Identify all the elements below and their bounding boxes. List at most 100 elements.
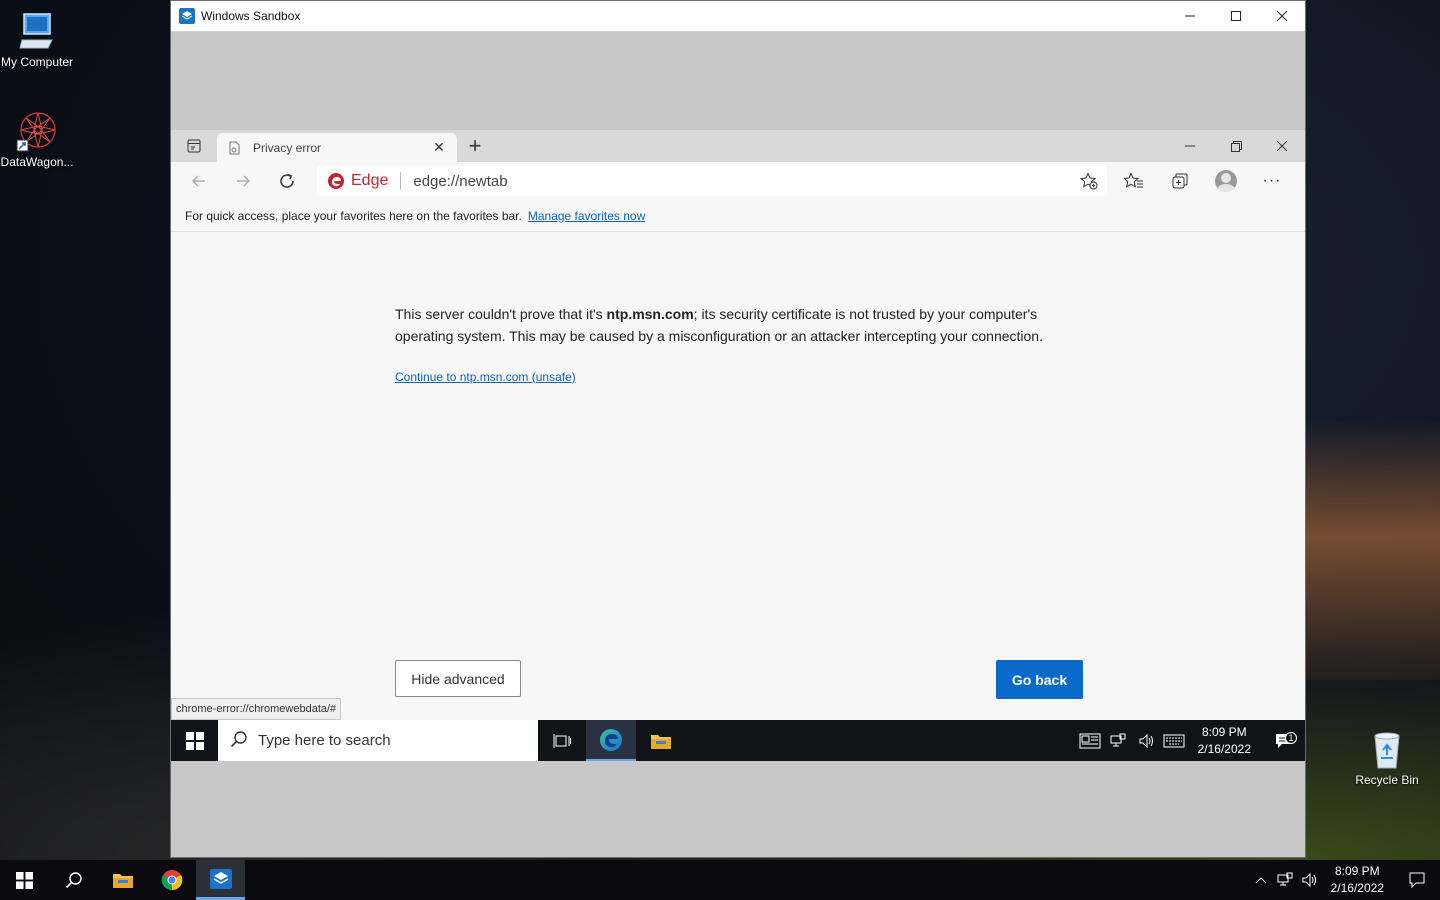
desktop-icon-label: DataWagon... [0,155,74,169]
tab-actions-button[interactable] [171,130,217,162]
chrome-button[interactable] [147,860,196,900]
close-button[interactable] [1259,1,1305,31]
edge-icon [600,728,622,751]
wallpaper-glow [1300,420,1440,680]
maximize-button[interactable] [1213,1,1259,31]
favorites-button[interactable] [1111,164,1157,198]
sandbox-desktop-area [171,32,1305,130]
add-favorite-button[interactable] [1075,167,1103,195]
status-url-bubble: chrome-error://chromewebdata/# [171,698,342,720]
favorites-icon [1124,172,1143,188]
network-icon[interactable] [1273,872,1297,888]
desktop-icon-my-computer[interactable]: My Computer [0,10,74,70]
address-url[interactable]: edge://newtab [413,173,1075,190]
tab-title: Privacy error [253,140,322,155]
favorites-bar-message: For quick access, place your favorites h… [185,208,522,223]
host-date: 2/16/2022 [1330,881,1384,895]
file-explorer-button[interactable] [98,860,147,900]
hide-advanced-button[interactable]: Hide advanced [395,660,521,697]
error-domain: ntp.msn.com [606,306,694,322]
datawagon-icon [16,110,58,152]
forward-arrow-icon [237,175,251,187]
network-icon[interactable] [1104,733,1132,749]
windows-logo-icon [185,731,204,750]
new-tab-button[interactable]: + [457,130,493,162]
search-icon [230,730,248,752]
edge-badge-label: Edge [351,172,389,189]
keyboard-icon[interactable] [1160,734,1188,748]
windows-sandbox-window: Windows Sandbox Privacy error ✕ + Edge e… [170,0,1306,858]
go-back-button[interactable]: Go back [996,660,1083,699]
desktop-icon-datawagon[interactable]: DataWagon... [0,110,74,170]
sandbox-start-button[interactable] [171,720,218,761]
sandbox-clock[interactable]: 8:09 PM 2/16/2022 [1188,724,1261,758]
star-add-icon [1080,172,1098,190]
search-button[interactable] [49,860,98,900]
start-button[interactable] [0,860,49,900]
browser-toolbar: Edge edge://newtab ··· [171,162,1305,200]
taskbar-edge-button[interactable] [586,720,636,761]
tab-strip: Privacy error ✕ + [171,130,1305,162]
forward-button[interactable] [221,164,265,198]
folder-icon [651,734,671,749]
minimize-button[interactable] [1167,1,1213,31]
error-description: This server couldn't prove that it's ntp… [395,303,1095,347]
desktop-icon-label: My Computer [0,55,74,69]
host-clock[interactable]: 8:09 PM 2/16/2022 [1321,863,1394,897]
edge-badge[interactable]: Edge [327,172,388,190]
tab-privacy-error[interactable]: Privacy error ✕ [217,133,457,162]
refresh-icon [280,173,294,188]
recycle-bin-icon [1366,728,1408,770]
task-view-icon [553,733,571,748]
sandbox-titlebar[interactable]: Windows Sandbox [171,1,1305,32]
desktop-icon-recycle-bin[interactable]: Recycle Bin [1350,728,1424,788]
settings-more-button[interactable]: ··· [1249,164,1295,198]
refresh-button[interactable] [265,164,309,198]
task-view-button[interactable] [538,720,586,761]
windows-sandbox-taskbar-button[interactable] [196,860,245,900]
tab-actions-icon [187,139,201,153]
notification-icon [1409,872,1425,889]
collections-button[interactable] [1157,164,1203,198]
sandbox-time: 8:09 PM [1201,724,1247,739]
manage-favorites-link[interactable]: Manage favorites now [528,209,645,223]
sandbox-date: 2/16/2022 [1197,741,1251,756]
edge-close-button[interactable] [1259,130,1305,162]
edge-restore-button[interactable] [1213,130,1259,162]
sandbox-search-box[interactable]: Type here to search [218,720,538,761]
sandbox-icon [209,868,232,889]
continue-unsafe-link[interactable]: Continue to ntp.msn.com (unsafe) [395,370,576,384]
desktop-icon-label: Recycle Bin [1355,773,1419,787]
volume-icon[interactable] [1132,733,1160,749]
more-icon: ··· [1262,172,1282,189]
computer-icon [16,10,58,52]
close-tab-icon[interactable]: ✕ [431,139,447,156]
profile-avatar [1215,170,1237,192]
profile-button[interactable] [1203,164,1249,198]
favorites-bar: For quick access, place your favorites h… [171,200,1305,232]
sandbox-logo-icon [179,8,195,24]
chrome-icon [161,870,182,891]
host-taskbar: 8:09 PM 2/16/2022 [0,860,1440,900]
action-center-button[interactable]: 1 [1261,731,1305,750]
edge-warning-icon [327,172,345,190]
search-placeholder: Type here to search [258,732,391,749]
back-button[interactable] [177,164,221,198]
edge-minimize-button[interactable] [1167,130,1213,162]
news-icon[interactable] [1076,733,1104,749]
address-bar[interactable]: Edge edge://newtab [317,166,1107,196]
taskbar-file-explorer-button[interactable] [636,720,686,761]
host-action-center-button[interactable] [1394,871,1440,889]
sandbox-lower-area [171,761,1305,857]
page-error-icon [227,141,241,155]
sandbox-taskbar: Type here to search 8:09 PM 2/16/2022 1 [171,720,1305,761]
volume-icon[interactable] [1297,872,1321,888]
page-content: This server couldn't prove that it's ntp… [171,233,1305,720]
host-time: 8:09 PM [1334,864,1380,878]
folder-icon [112,874,133,888]
show-hidden-icons-chevron-icon[interactable] [1249,876,1273,884]
omnibox-separator [400,172,402,190]
search-icon [65,872,82,889]
edge-browser-window: Privacy error ✕ + Edge edge://newtab ···… [171,130,1305,720]
error-text-start: This server couldn't prove that it's [395,306,607,322]
